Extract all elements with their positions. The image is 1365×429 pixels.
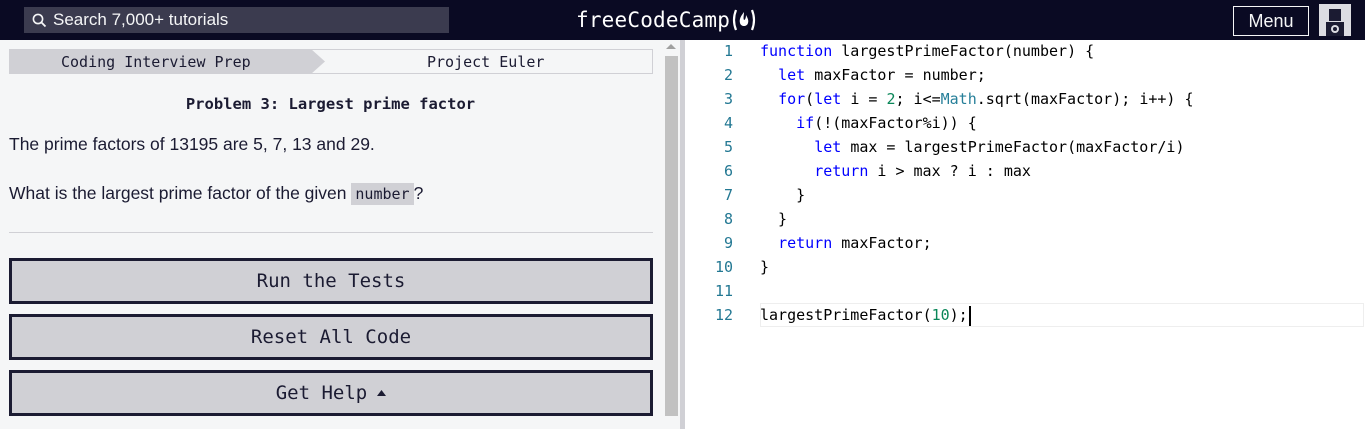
code-line[interactable]: 10} [685,255,1365,279]
line-number: 3 [723,90,733,108]
line-number: 4 [723,114,733,132]
code-text[interactable]: let maxFactor = number; [760,63,986,87]
divider [9,232,653,233]
run-tests-button[interactable]: Run the Tests [9,258,653,304]
line-number: 7 [723,186,733,204]
line-number: 10 [714,258,733,276]
code-line[interactable]: 12 largestPrimeFactor(10); [685,303,1365,327]
code-text[interactable]: } [760,207,787,231]
top-nav: freeCodeCamp Menu [0,0,1365,40]
reset-code-label: Reset All Code [250,326,412,348]
logo-text: freeCodeCamp [576,8,731,32]
line-number: 6 [723,162,733,180]
code-line[interactable]: 9 return maxFactor; [685,231,1365,255]
code-editor[interactable]: 1 function largestPrimeFactor(number) {2 … [685,40,1365,429]
line-number: 5 [723,138,733,156]
line-number: 9 [723,234,733,252]
reset-code-button[interactable]: Reset All Code [9,314,653,360]
code-text[interactable]: } [760,255,769,279]
challenge-title: Problem 3: Largest prime factor [185,95,476,113]
caret-up-icon [377,390,387,396]
challenge-description: The prime factors of 13195 are 5, 7, 13 … [9,134,375,154]
code-line[interactable]: 2 let maxFactor = number; [685,63,1365,87]
code-text[interactable]: } [760,183,805,207]
question-text: What is the largest prime factor of the … [9,183,352,203]
code-text[interactable]: let max = largestPrimeFactor(maxFactor/i… [760,135,1184,159]
code-text[interactable]: largestPrimeFactor(10); [760,303,971,327]
challenge-pane: Project Euler Coding Interview Prep Prob… [0,40,663,429]
line-number: 2 [723,66,733,84]
code-line[interactable]: 8 } [685,207,1365,231]
run-tests-label: Run the Tests [256,270,406,292]
inline-code-number: number [351,183,414,205]
code-line[interactable]: 11 [685,279,1365,303]
line-number: 11 [714,282,733,300]
code-line[interactable]: 3 for(let i = 2; i<=Math.sqrt(maxFactor)… [685,87,1365,111]
freecodecamp-logo[interactable]: freeCodeCamp [576,5,758,35]
breadcrumb: Project Euler Coding Interview Prep [9,49,653,74]
code-line[interactable]: 7 } [685,183,1365,207]
code-text[interactable]: return i > max ? i : max [760,159,1031,183]
line-number: 12 [714,306,733,324]
line-number: 8 [723,210,733,228]
code-line[interactable]: 6 return i > max ? i : max [685,159,1365,183]
search-input[interactable] [53,10,443,30]
code-line[interactable]: 1 function largestPrimeFactor(number) { [685,39,1365,63]
user-avatar-icon[interactable] [1319,4,1351,36]
code-text[interactable]: return maxFactor; [760,231,932,255]
get-help-button[interactable]: Get Help [9,370,653,416]
scroll-up-arrow-icon[interactable] [666,44,676,49]
search-icon [32,13,47,27]
challenge-question: What is the largest prime factor of the … [9,183,424,205]
get-help-label: Get Help [275,382,368,404]
code-text[interactable]: if(!(maxFactor%i)) { [760,111,977,135]
code-text[interactable]: function largestPrimeFactor(number) { [760,39,1094,63]
code-text[interactable]: for(let i = 2; i<=Math.sqrt(maxFactor); … [760,87,1193,111]
breadcrumb-coding-interview-prep[interactable]: Coding Interview Prep [9,49,325,74]
search-bar[interactable] [24,7,449,33]
line-number: 1 [723,42,733,60]
code-line[interactable]: 5 let max = largestPrimeFactor(maxFactor… [685,135,1365,159]
flame-icon [730,8,758,32]
code-line[interactable]: 4 if(!(maxFactor%i)) { [685,111,1365,135]
menu-button[interactable]: Menu [1233,6,1309,36]
scrollbar-thumb[interactable] [665,56,678,416]
text-cursor [968,305,971,326]
question-mark: ? [413,183,424,203]
left-pane-scrollbar[interactable] [663,40,680,429]
